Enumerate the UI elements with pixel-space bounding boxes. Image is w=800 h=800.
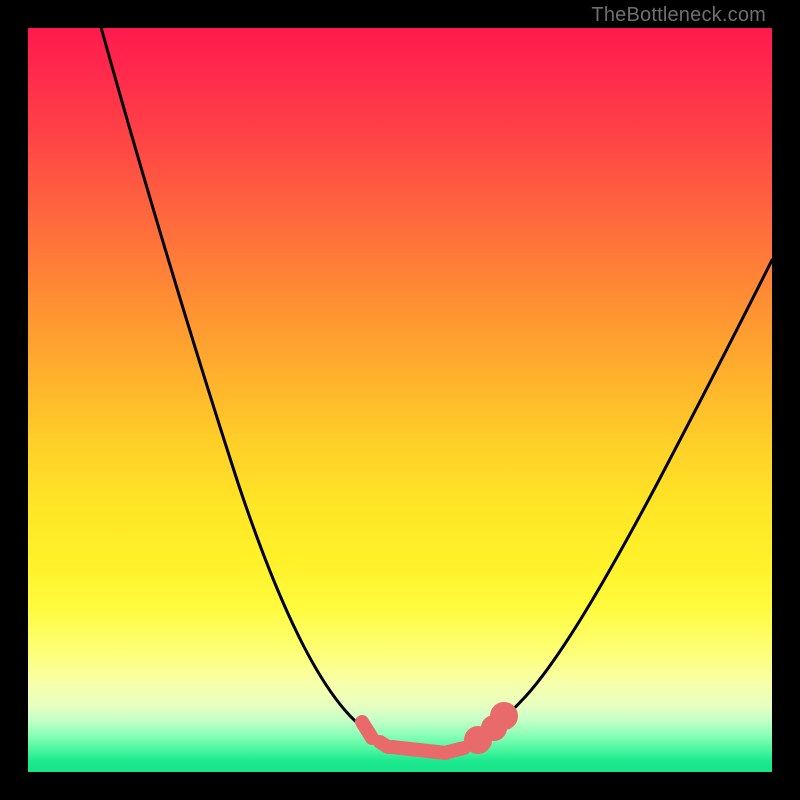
bottom-marker-group (362, 709, 511, 753)
watermark-text: TheBottleneck.com (591, 4, 766, 27)
chart-plot-area (28, 28, 772, 772)
curve-layer (28, 28, 772, 772)
marker-seg (392, 747, 446, 753)
marker-dot (497, 709, 511, 723)
marker-dot (471, 733, 485, 747)
marker-seg (362, 722, 372, 738)
bottleneck-curve (93, 28, 772, 753)
marker-seg (448, 748, 464, 752)
